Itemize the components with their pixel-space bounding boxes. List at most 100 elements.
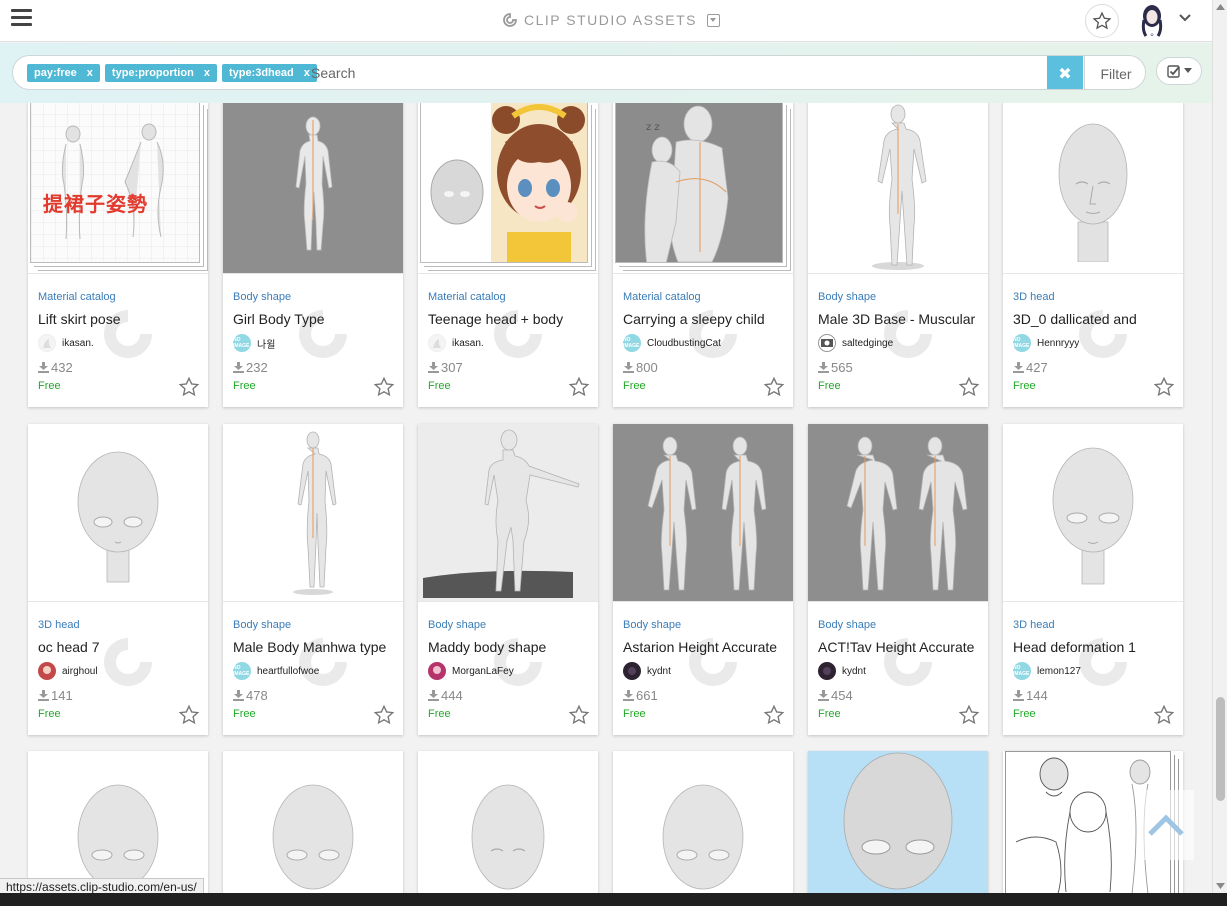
back-to-top-button[interactable] [1138,790,1194,860]
asset-category[interactable]: Body shape [428,619,486,631]
favorite-star-icon[interactable] [763,704,785,726]
asset-title[interactable]: Lift skirt pose [38,311,203,327]
favorite-star-icon[interactable] [958,704,980,726]
asset-category[interactable]: Body shape [233,291,291,303]
asset-card[interactable]: 3D head Head deformation 1 NO IMAGE lemo… [1003,424,1183,735]
asset-author[interactable]: MorganLaFey [428,662,514,680]
asset-category[interactable]: Body shape [623,619,681,631]
asset-author[interactable]: kydnt [818,662,866,680]
asset-card[interactable]: Body shape Girl Body Type NO IMAGE 나윌 23… [223,103,403,407]
favorite-star-icon[interactable] [1153,376,1175,398]
asset-card[interactable] [223,751,403,893]
page-scrollbar[interactable] [1212,0,1227,893]
asset-card[interactable]: Body shape Male Body Manhwa type NO IMAG… [223,424,403,735]
brand-logo-link[interactable]: CLIP STUDIO ASSETS [502,10,721,30]
asset-thumbnail[interactable] [1003,103,1183,273]
favorite-star-icon[interactable] [568,704,590,726]
asset-title[interactable]: Maddy body shape [428,639,593,655]
asset-thumbnail[interactable]: z z [613,103,793,273]
menu-icon[interactable] [11,9,32,28]
asset-title[interactable]: Carrying a sleepy child [623,311,788,327]
asset-author[interactable]: airghoul [38,662,98,680]
asset-author[interactable]: NO IMAGE heartfullofwoe [233,662,319,680]
asset-card[interactable]: 3D head oc head 7 airghoul 141 Free [28,424,208,735]
asset-author[interactable]: NO IMAGE CloudbustingCat [623,334,721,352]
asset-thumbnail[interactable] [223,424,403,601]
asset-category[interactable]: 3D head [1013,619,1055,631]
favorite-star-icon[interactable] [373,376,395,398]
asset-author[interactable]: NO IMAGE 나윌 [233,334,275,352]
asset-card[interactable]: Material catalog Teenage head + body ika… [418,103,598,407]
asset-author[interactable]: NO IMAGE Hennryyy [1013,334,1079,352]
asset-card[interactable] [28,751,208,893]
asset-card[interactable]: 3D head 3D_0 dallicated and NO IMAGE Hen… [1003,103,1183,407]
asset-thumbnail[interactable] [28,751,208,893]
favorite-star-icon[interactable] [373,704,395,726]
asset-title[interactable]: oc head 7 [38,639,203,655]
asset-category[interactable]: Body shape [233,619,291,631]
clear-search-button[interactable]: ✖ [1047,56,1083,89]
asset-card[interactable]: Body shape Astarion Height Accurate kydn… [613,424,793,735]
asset-category[interactable]: Body shape [818,619,876,631]
asset-thumbnail[interactable] [808,751,988,893]
filter-button[interactable]: Filter [1084,56,1145,89]
search-input[interactable] [311,62,1031,84]
asset-thumbnail[interactable] [418,424,598,601]
asset-card[interactable]: Body shape Male 3D Base - Muscular salte… [808,103,988,407]
asset-card[interactable] [808,751,988,893]
asset-thumbnail[interactable] [28,424,208,601]
asset-category[interactable]: Body shape [818,291,876,303]
asset-thumbnail[interactable] [808,424,988,601]
asset-thumbnail[interactable]: 提裙子姿勢 [28,103,208,273]
asset-thumbnail[interactable] [613,751,793,893]
asset-author[interactable]: kydnt [623,662,671,680]
asset-author[interactable]: NO IMAGE lemon127 [1013,662,1081,680]
favorites-button[interactable] [1085,4,1119,38]
remove-tag-icon[interactable]: x [304,67,310,79]
asset-category[interactable]: 3D head [38,619,80,631]
account-chevron-down-icon[interactable] [1178,13,1192,23]
asset-title[interactable]: Male 3D Base - Muscular [818,311,983,327]
asset-title[interactable]: Astarion Height Accurate [623,639,788,655]
favorite-star-icon[interactable] [1153,704,1175,726]
asset-thumbnail[interactable] [223,103,403,273]
favorite-star-icon[interactable] [958,376,980,398]
asset-category[interactable]: Material catalog [428,291,506,303]
asset-title[interactable]: Head deformation 1 [1013,639,1178,655]
asset-title[interactable]: Teenage head + body [428,311,593,327]
asset-card[interactable] [613,751,793,893]
asset-author[interactable]: ikasan. [38,334,94,352]
favorite-star-icon[interactable] [763,376,785,398]
asset-thumbnail[interactable] [613,424,793,601]
asset-thumbnail[interactable] [418,751,598,893]
remove-tag-icon[interactable]: x [87,67,93,79]
asset-card[interactable]: Body shape Maddy body shape MorganLaFey … [418,424,598,735]
asset-title[interactable]: ACT!Tav Height Accurate [818,639,983,655]
scrollbar-thumb[interactable] [1216,697,1225,801]
scroll-up-arrow-icon[interactable] [1216,3,1225,11]
asset-card[interactable] [418,751,598,893]
asset-thumbnail[interactable] [418,103,598,273]
asset-thumbnail[interactable] [1003,424,1183,601]
asset-card[interactable]: 提裙子姿勢 Material catalog Lift skirt pose i… [28,103,208,407]
asset-category[interactable]: 3D head [1013,291,1055,303]
asset-author[interactable]: saltedginge [818,334,893,352]
asset-author[interactable]: ikasan. [428,334,484,352]
asset-card[interactable]: z z Material catalog Carrying a sleepy c… [613,103,793,407]
asset-thumbnail[interactable] [808,103,988,273]
remove-tag-icon[interactable]: x [204,67,210,79]
asset-title[interactable]: 3D_0 dallicated and [1013,311,1178,327]
asset-category[interactable]: Material catalog [38,291,116,303]
brand-dropdown-icon[interactable] [707,13,721,27]
asset-card[interactable]: Body shape ACT!Tav Height Accurate kydnt… [808,424,988,735]
scroll-down-arrow-icon[interactable] [1216,882,1225,890]
favorite-star-icon[interactable] [178,704,200,726]
user-avatar[interactable]: ✿ [1136,2,1168,38]
asset-thumbnail[interactable] [223,751,403,893]
view-options-button[interactable] [1156,57,1202,85]
asset-category[interactable]: Material catalog [623,291,701,303]
asset-title[interactable]: Girl Body Type [233,311,398,327]
asset-title[interactable]: Male Body Manhwa type [233,639,398,655]
favorite-star-icon[interactable] [178,376,200,398]
favorite-star-icon[interactable] [568,376,590,398]
